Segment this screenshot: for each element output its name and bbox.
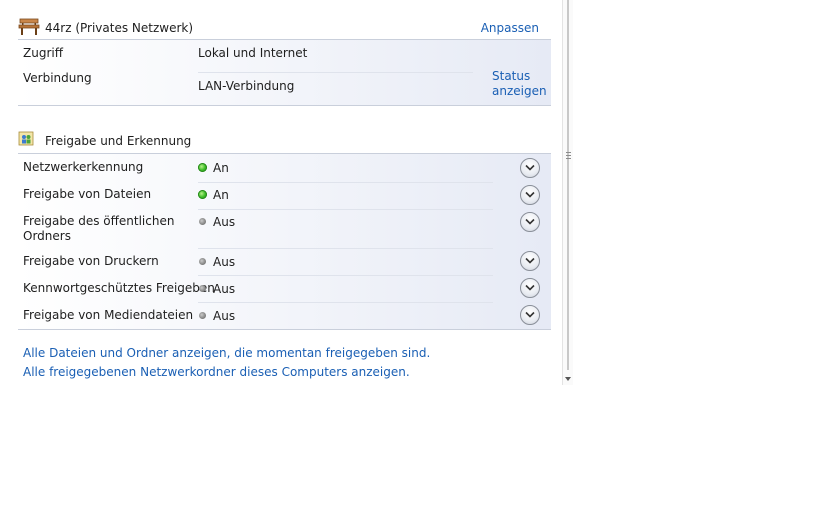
scroll-down-arrow-icon[interactable] [565, 377, 571, 381]
printer-sharing-label: Freigabe von Druckern [23, 254, 159, 268]
media-sharing-label: Freigabe von Mediendateien [23, 308, 194, 322]
connection-label: Verbindung [23, 71, 92, 85]
chevron-down-icon[interactable] [520, 251, 540, 271]
chevron-down-icon[interactable] [520, 158, 540, 178]
network-name: 44rz (Privates Netzwerk) [45, 21, 194, 35]
media-sharing-state: Aus [198, 309, 235, 323]
divider [198, 248, 493, 249]
network-discovery-state: An [198, 161, 229, 175]
public-folder-sharing-label-line2: Ordners [23, 229, 71, 243]
view-status-link[interactable]: Status anzeigen [492, 69, 547, 99]
network-info-panel: Zugriff Lokal und Internet Verbindung LA… [18, 39, 551, 106]
status-off-icon [199, 218, 206, 225]
printer-sharing-state: Aus [198, 255, 235, 269]
access-value: Lokal und Internet [198, 46, 308, 60]
show-shared-files-link[interactable]: Alle Dateien und Ordner anzeigen, die mo… [23, 346, 430, 360]
access-label: Zugriff [23, 46, 63, 60]
public-folder-sharing-label-line1: Freigabe des öffentlichen [23, 214, 175, 228]
file-sharing-state-text: An [213, 188, 229, 202]
show-shared-folders-link[interactable]: Alle freigegebenen Netzwerkordner dieses… [23, 365, 430, 379]
status-on-icon [198, 190, 207, 199]
status-off-icon [199, 285, 206, 292]
chevron-down-icon[interactable] [520, 212, 540, 232]
divider [198, 209, 493, 210]
status-on-icon [198, 163, 207, 172]
sharing-users-icon [18, 131, 40, 151]
bottom-links: Alle Dateien und Ordner anzeigen, die mo… [23, 346, 430, 379]
public-folder-sharing-state-text: Aus [213, 215, 236, 229]
password-protected-sharing-label: Kennwortgeschütztes Freigeben [23, 281, 215, 295]
password-protected-sharing-state: Aus [198, 282, 235, 296]
public-folder-sharing-state: Aus [198, 215, 235, 229]
connection-value[interactable]: LAN-Verbindung [198, 79, 294, 93]
network-discovery-label: Netzwerkerkennung [23, 160, 144, 174]
chevron-down-icon[interactable] [520, 185, 540, 205]
view-status-link-line2: anzeigen [492, 84, 547, 98]
status-off-icon [199, 258, 206, 265]
customize-link[interactable]: Anpassen [481, 21, 539, 35]
scrollbar-track[interactable] [567, 0, 569, 370]
network-sharing-pane: 44rz (Privates Netzwerk) Anpassen Zugrif… [0, 0, 562, 385]
password-protected-sharing-state-text: Aus [213, 282, 236, 296]
printer-sharing-state-text: Aus [213, 255, 236, 269]
divider [198, 302, 493, 303]
sharing-panel: Netzwerkerkennung An Freigabe von Dateie… [18, 153, 551, 330]
network-discovery-state-text: An [213, 161, 229, 175]
media-sharing-state-text: Aus [213, 309, 236, 323]
sharing-heading: Freigabe und Erkennung [45, 134, 192, 148]
scrollbar-grip[interactable] [566, 152, 571, 162]
public-folder-sharing-label: Freigabe des öffentlichen Ordners [23, 214, 174, 244]
chevron-down-icon[interactable] [520, 278, 540, 298]
view-status-link-line1: Status [492, 69, 531, 83]
status-off-icon [199, 312, 206, 319]
park-bench-icon [18, 17, 40, 37]
chevron-down-icon[interactable] [520, 305, 540, 325]
divider [198, 72, 473, 73]
divider [198, 182, 493, 183]
file-sharing-state: An [198, 188, 229, 202]
file-sharing-label: Freigabe von Dateien [23, 187, 152, 201]
divider [198, 275, 493, 276]
vertical-scrollbar[interactable] [562, 0, 573, 385]
